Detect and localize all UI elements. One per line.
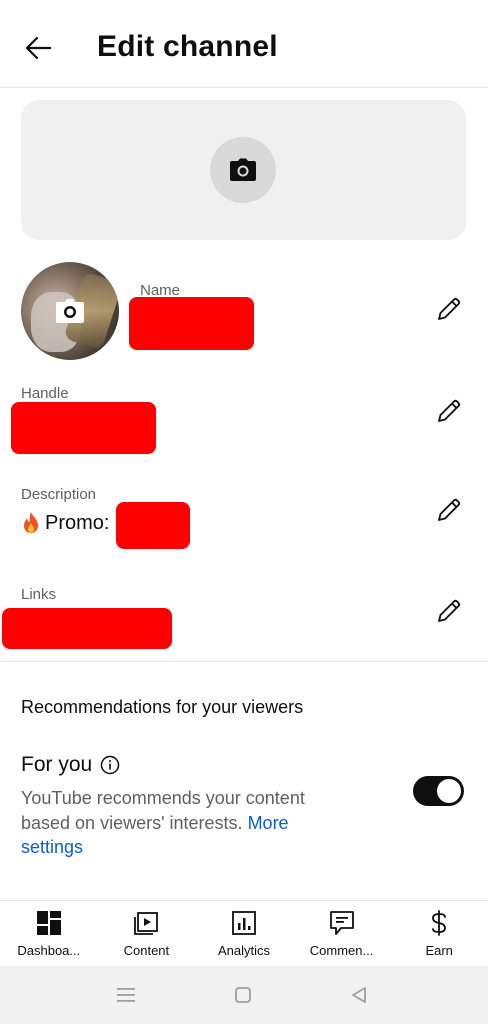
app-header: Edit channel [0,0,488,88]
for-you-description: YouTube recommends your content based on… [21,786,341,860]
analytics-icon [230,909,258,937]
description-value-redacted [116,502,190,549]
content-icon [132,909,160,937]
back-button[interactable] [16,26,60,70]
fire-emoji [24,512,38,533]
nav-comments-label: Commen... [309,943,374,958]
comments-icon [328,909,356,937]
for-you-toggle[interactable] [413,776,464,806]
handle-label: Handle [21,385,69,402]
edit-links-button[interactable] [431,593,467,629]
recommendations-section-title: Recommendations for your viewers [21,697,304,717]
name-value-redacted [129,297,254,350]
nav-analytics[interactable]: Analytics [195,901,293,966]
nav-dashboard-label: Dashboa... [17,943,81,958]
dollar-icon [425,909,453,937]
recent-apps-button[interactable] [114,983,138,1007]
pencil-icon [438,599,461,622]
links-label: Links [21,586,57,603]
info-icon[interactable] [100,755,120,775]
nav-content-label: Content [123,943,170,958]
triangle-back-icon [352,987,366,1003]
nav-content[interactable]: Content [98,901,196,966]
edit-description-button[interactable] [431,492,467,528]
edit-handle-button[interactable] [431,393,467,429]
arrow-left-icon [25,36,52,60]
nav-dashboard[interactable]: Dashboa... [0,901,98,966]
nav-earn[interactable]: Earn [390,901,488,966]
edit-name-button[interactable] [431,291,467,327]
for-you-label: For you [21,753,93,776]
nav-earn-label: Earn [425,943,453,958]
pencil-icon [438,297,461,320]
pencil-icon [438,399,461,422]
system-back-button[interactable] [347,983,371,1007]
description-value: Promo: [21,511,109,535]
camera-icon [230,158,256,181]
links-value-redacted [2,608,172,649]
page-title: Edit channel [97,30,278,63]
toggle-knob [437,779,461,803]
bottom-navigation: Dashboa... Content Analytics Commen... E… [0,900,488,966]
handle-value-redacted [11,402,156,454]
dashboard-icon [35,909,63,937]
square-icon [235,987,251,1003]
camera-icon [56,299,84,323]
section-divider [0,661,488,662]
avatar-camera-button[interactable] [54,295,86,327]
nav-comments[interactable]: Commen... [293,901,391,966]
for-you-title: For you [21,753,120,777]
banner-camera-button[interactable] [210,137,276,203]
home-button[interactable] [231,983,255,1007]
system-navigation-bar [0,966,488,1024]
description-prefix: Promo: [45,511,110,534]
description-label: Description [21,486,97,503]
pencil-icon [438,498,461,521]
nav-analytics-label: Analytics [217,943,270,958]
menu-icon [117,988,135,1002]
